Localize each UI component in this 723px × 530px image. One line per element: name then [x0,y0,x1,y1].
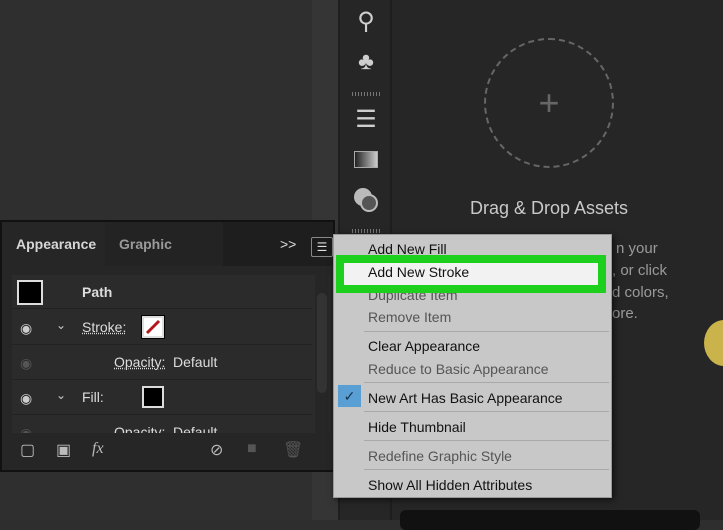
menu-separator [364,440,609,441]
fill-swatch[interactable] [142,386,164,408]
dock-grip[interactable] [352,229,380,233]
menu-separator [364,411,609,412]
plus-icon[interactable]: + [484,38,614,168]
opacity-value: Default [173,424,218,433]
menu-item-remove-item[interactable]: Remove Item [368,309,451,325]
duplicate-icon[interactable]: ■ [247,440,257,458]
tab-appearance[interactable]: Appearance [2,222,105,266]
lines-icon[interactable]: ☰ [352,106,380,134]
asset-thumbnail [400,510,700,530]
menu-item-hide-thumbnail[interactable]: Hide Thumbnail [368,419,466,435]
assets-text: d colors, [612,284,669,301]
menu-item-redefine-style[interactable]: Redefine Graphic Style [368,448,512,464]
transparency-icon[interactable] [352,186,380,214]
dock-grip[interactable] [352,92,380,96]
opacity-label[interactable]: Opacity: [114,424,165,433]
fill-row[interactable]: ◉ ⌄ Fill: [12,380,312,415]
menu-item-show-hidden[interactable]: Show All Hidden Attributes [368,477,532,493]
check-icon: ✓ [338,385,361,407]
opacity-value: Default [173,354,218,370]
menu-separator [364,469,609,470]
trash-icon[interactable]: 🗑 [283,440,303,460]
assets-text: , or click [612,262,668,279]
fill-label[interactable]: Fill: [82,389,104,405]
menu-item-reduce-basic[interactable]: Reduce to Basic Appearance [368,361,549,377]
path-label: Path [82,284,113,300]
brush-bucket-icon[interactable]: ⚲ [352,8,380,36]
tab-graphic-styles[interactable]: Graphic Styles [105,222,223,296]
eye-icon[interactable]: ◉ [20,425,32,433]
opacity-row[interactable]: ◉ Opacity: Default [12,415,312,433]
menu-separator [364,331,609,332]
chevron-down-icon[interactable]: ⌄ [56,388,66,402]
club-icon[interactable]: ♣ [352,48,380,76]
eye-icon[interactable]: ◉ [20,355,32,372]
scrollbar[interactable] [315,275,329,433]
opacity-row[interactable]: ◉ Opacity: Default [12,345,312,380]
menu-item-clear-appearance[interactable]: Clear Appearance [368,338,480,354]
eye-icon[interactable]: ◉ [20,320,32,337]
scroll-thumb[interactable] [317,293,327,393]
eye-icon[interactable]: ◉ [20,390,32,407]
assets-text: ore. [612,305,638,322]
assets-text: n your [616,240,658,257]
stroke-swatch[interactable] [141,315,165,339]
menu-item-new-art-basic[interactable]: New Art Has Basic Appearance [368,390,563,406]
menu-separator [364,382,609,383]
expand-button[interactable]: >> [280,236,296,252]
appearance-panel: Appearance Graphic Styles >> ☰ Path ◉ ⌄ … [0,220,335,472]
gradient-icon[interactable] [352,146,380,174]
panel-menu-button[interactable]: ☰ [311,237,333,257]
chevron-down-icon[interactable]: ⌄ [56,318,66,332]
fx-button[interactable]: fx [92,440,104,458]
path-thumbnail [17,280,43,305]
appearance-list: Path ◉ ⌄ Stroke: ◉ Opacity: Default ◉ ⌄ … [12,275,330,433]
menu-item-add-new-stroke-label[interactable]: Add New Stroke [368,264,469,280]
add-fill-icon[interactable]: ▣ [56,440,71,460]
opacity-label[interactable]: Opacity: [114,354,165,370]
stroke-label[interactable]: Stroke: [82,319,126,335]
drag-drop-title: Drag & Drop Assets [469,198,629,218]
add-stroke-icon[interactable]: ▢ [20,440,35,460]
clear-icon[interactable]: ⊘ [210,440,223,460]
stroke-row[interactable]: ◉ ⌄ Stroke: [12,310,312,345]
